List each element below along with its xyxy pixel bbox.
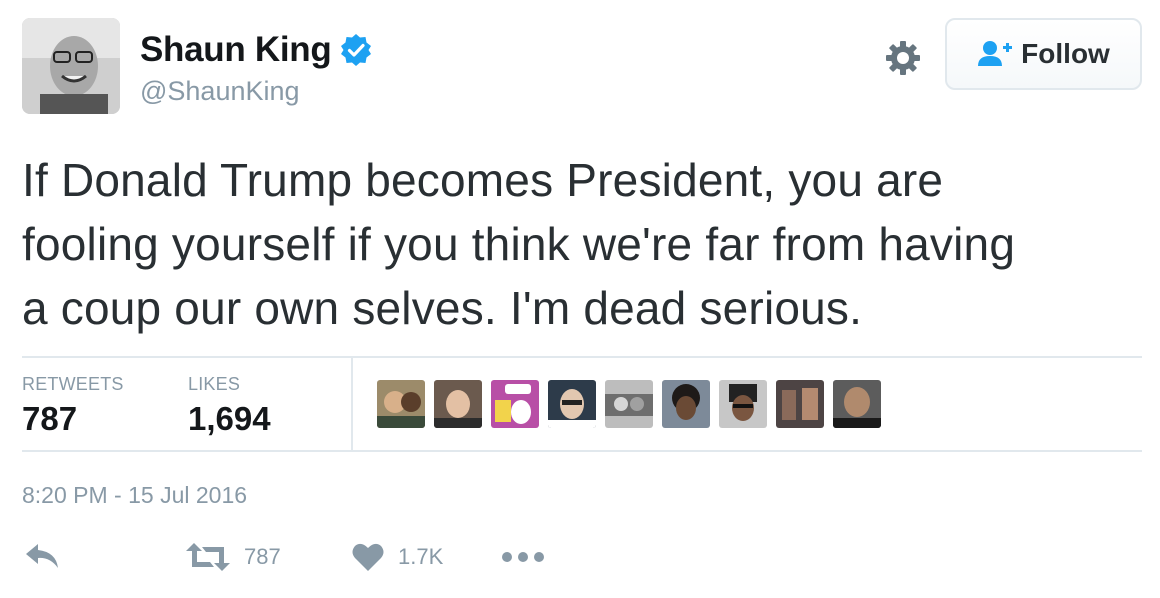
follow-button-label: Follow [1021, 38, 1110, 69]
retweet-button[interactable]: 787 [186, 542, 281, 572]
user-handle[interactable]: @ShaunKing [140, 76, 300, 107]
follow-user-icon [977, 39, 1013, 69]
divider [22, 450, 1142, 452]
more-icon [500, 542, 546, 572]
reply-button[interactable] [24, 542, 60, 570]
tweet-timestamp[interactable]: 8:20 PM - 15 Jul 2016 [22, 482, 247, 509]
divider [22, 356, 1142, 358]
like-button[interactable]: 1.7K [352, 542, 443, 572]
liker-avatars [377, 380, 890, 428]
reply-icon [24, 542, 60, 570]
retweet-icon [186, 542, 230, 572]
liker-avatar[interactable] [377, 380, 425, 428]
tweet-line: If Donald Trump becomes President, you a… [22, 154, 944, 206]
like-count: 1.7K [398, 544, 444, 569]
liker-avatar[interactable] [719, 380, 767, 428]
more-button[interactable] [500, 542, 546, 572]
follow-button[interactable]: Follow [945, 18, 1142, 90]
retweets-count[interactable]: 787 [22, 400, 77, 438]
liker-avatar[interactable] [662, 380, 710, 428]
likes-label: LIKES [188, 374, 241, 394]
likes-count[interactable]: 1,694 [188, 400, 271, 438]
display-name[interactable]: Shaun King [140, 30, 332, 70]
gear-icon[interactable] [883, 38, 923, 78]
name-row: Shaun King [140, 30, 373, 70]
liker-avatar[interactable] [491, 380, 539, 428]
liker-avatar[interactable] [605, 380, 653, 428]
liker-avatar[interactable] [548, 380, 596, 428]
tweet-line: a coup our own selves. I'm dead serious. [22, 282, 863, 334]
tweet-line: fooling yourself if you think we're far … [22, 218, 1016, 270]
tweet-text: If Donald Trump becomes President, you a… [22, 148, 1152, 340]
avatar[interactable] [22, 18, 120, 114]
verified-icon [339, 33, 373, 67]
retweets-label: RETWEETS [22, 374, 124, 394]
heart-icon [352, 542, 384, 572]
stats-divider [351, 358, 353, 450]
liker-avatar[interactable] [833, 380, 881, 428]
retweet-count: 787 [244, 544, 281, 569]
liker-avatar[interactable] [434, 380, 482, 428]
liker-avatar[interactable] [776, 380, 824, 428]
